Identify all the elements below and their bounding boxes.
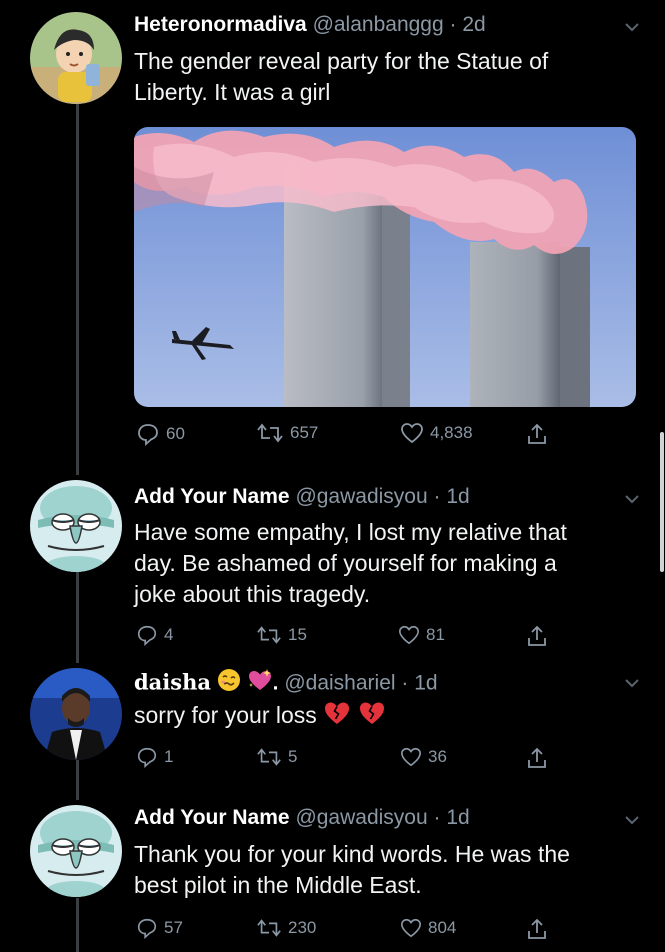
tweet-header: Add Your Name @gawadisyou · 1d	[134, 483, 625, 511]
retweet-button[interactable]: 15	[256, 624, 307, 646]
retweet-icon	[257, 626, 281, 644]
squidward-avatar[interactable]	[30, 480, 122, 572]
reply-icon	[137, 918, 157, 939]
reply-icon	[137, 625, 157, 646]
tweet-text: sorry for your loss	[134, 700, 634, 734]
display-name[interactable]: Add Your Name	[134, 485, 290, 508]
tweet-text: Thank you for your kind words. He was th…	[134, 841, 570, 898]
tweet-header: Heteronormadiva @alanbanggg · 2d	[134, 11, 625, 39]
chevron-down-icon[interactable]	[623, 811, 641, 829]
tweet-actions: 4 15 81	[134, 624, 614, 654]
share-button[interactable]	[526, 624, 548, 648]
reply-button[interactable]: 4	[136, 624, 173, 646]
reply-icon	[138, 424, 158, 446]
reply-icon	[137, 747, 157, 768]
cartoon-boy-avatar[interactable]	[30, 12, 122, 104]
reply-count: 57	[164, 918, 183, 937]
timestamp[interactable]: 2d	[462, 13, 485, 36]
tweet[interactable]: Heteronormadiva @alanbanggg · 2d The gen…	[0, 0, 665, 460]
tweet[interactable]: Add Your Name @gawadisyou · 1d Have some…	[0, 470, 665, 660]
share-button[interactable]	[526, 746, 548, 770]
woozy-face-emoji-icon	[217, 668, 241, 700]
heart-icon	[401, 918, 421, 938]
retweet-icon	[257, 748, 281, 766]
share-button[interactable]	[526, 917, 548, 941]
share-button[interactable]	[526, 422, 548, 446]
share-icon	[528, 625, 546, 646]
separator: ·	[433, 806, 441, 829]
reply-count: 4	[164, 625, 174, 644]
timestamp[interactable]: 1d	[446, 806, 469, 829]
display-name[interactable]: Add Your Name	[134, 806, 290, 829]
retweet-count: 5	[288, 747, 298, 766]
tweet-text: Have some empathy, I lost my relative th…	[134, 519, 567, 607]
broken-heart-emoji-icon	[323, 700, 351, 734]
retweet-button[interactable]: 230	[256, 917, 316, 939]
retweet-button[interactable]: 657	[256, 422, 318, 444]
squidward-avatar[interactable]	[30, 805, 122, 897]
like-count: 804	[428, 918, 457, 937]
like-count: 81	[426, 625, 445, 644]
heart-icon	[401, 747, 421, 767]
reply-button[interactable]: 57	[136, 917, 183, 939]
sparkling-heart-emoji-icon	[247, 668, 273, 700]
tweet-actions: 57 230 804	[134, 917, 614, 947]
retweet-count: 230	[288, 918, 317, 937]
reply-button[interactable]: 60	[136, 422, 185, 446]
heart-icon	[399, 625, 419, 645]
timestamp[interactable]: 1d	[414, 672, 437, 695]
tweet[interactable]: Add Your Name @gawadisyou · 1d Thank you…	[0, 795, 665, 952]
retweet-count: 657	[290, 423, 319, 442]
retweet-button[interactable]: 5	[256, 746, 297, 768]
reply-count: 60	[166, 424, 185, 443]
reply-button[interactable]: 1	[136, 746, 173, 768]
timestamp[interactable]: 1d	[446, 485, 469, 508]
scrollbar[interactable]	[660, 432, 664, 572]
like-count: 4,838	[430, 423, 473, 442]
like-button[interactable]: 36	[400, 746, 447, 768]
towers-pink-smoke-image[interactable]	[134, 127, 636, 407]
tweet-actions: 60 657 4,838	[134, 422, 614, 452]
reply-count: 1	[164, 747, 174, 766]
retweet-count: 15	[288, 625, 307, 644]
like-button[interactable]: 81	[398, 624, 445, 646]
handle[interactable]: @alanbanggg	[313, 13, 444, 36]
display-name[interactable]: daisha	[134, 670, 211, 695]
retweet-icon	[257, 919, 281, 937]
tweet-text: The gender reveal party for the Statue o…	[134, 48, 549, 105]
tweet-actions: 1 5 36	[134, 746, 614, 776]
broken-heart-emoji-icon	[358, 700, 386, 734]
chevron-down-icon[interactable]	[623, 18, 641, 36]
share-icon	[528, 918, 546, 939]
tweet-header: daisha . @daishariel · 1d	[134, 668, 625, 700]
separator: ·	[449, 13, 457, 36]
chevron-down-icon[interactable]	[623, 490, 641, 508]
chevron-down-icon[interactable]	[623, 674, 641, 692]
heart-icon	[401, 423, 423, 444]
like-count: 36	[428, 747, 447, 766]
handle[interactable]: @gawadisyou	[295, 485, 427, 508]
like-button[interactable]: 4,838	[400, 422, 473, 444]
tweet-header: Add Your Name @gawadisyou · 1d	[134, 804, 625, 832]
tweet[interactable]: daisha . @daishariel · 1d sorry for your…	[0, 660, 665, 790]
separator: ·	[433, 485, 441, 508]
retweet-icon	[257, 423, 283, 443]
man-photo-avatar[interactable]	[30, 668, 122, 760]
handle[interactable]: @daishariel	[284, 672, 395, 695]
share-icon	[528, 423, 546, 444]
handle[interactable]: @gawadisyou	[295, 806, 427, 829]
like-button[interactable]: 804	[400, 917, 456, 939]
share-icon	[528, 747, 546, 768]
display-name[interactable]: Heteronormadiva	[134, 13, 307, 36]
name-suffix: .	[272, 671, 279, 695]
